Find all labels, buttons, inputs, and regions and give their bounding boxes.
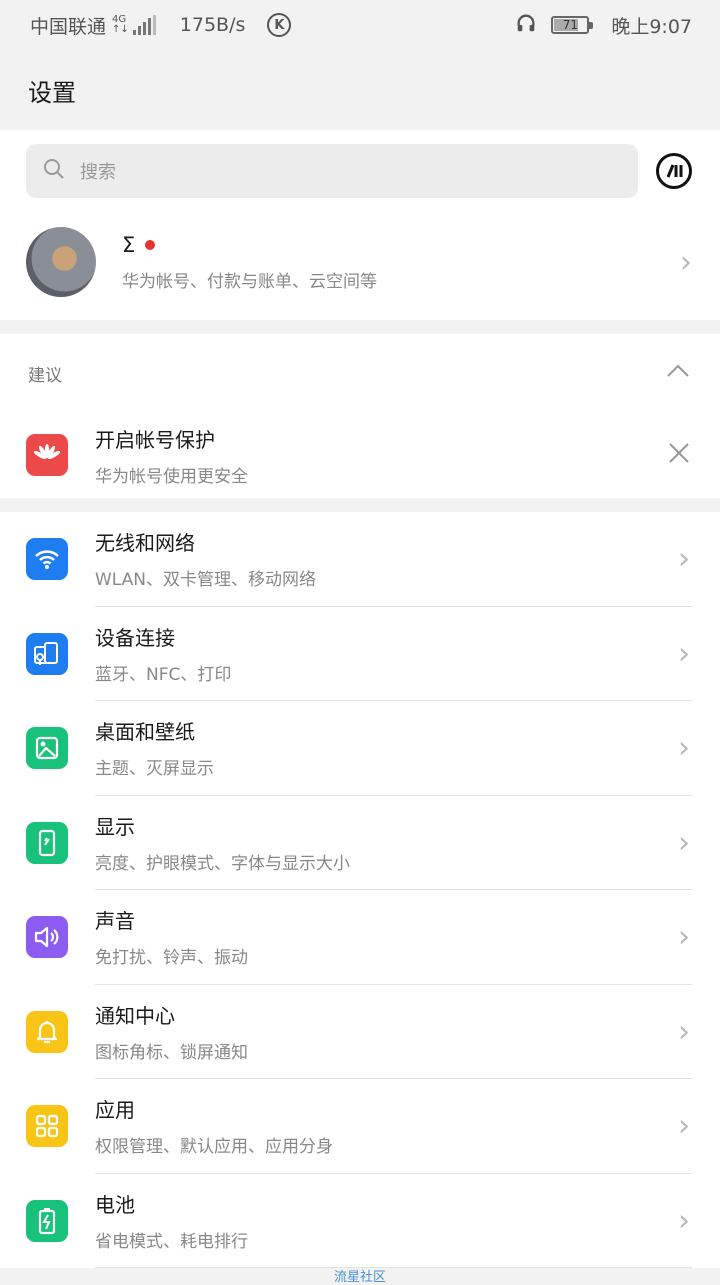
chevron-right-icon: › [678, 1014, 690, 1050]
settings-list: 无线和网络 WLAN、双卡管理、移动网络 › 设备连接蓝牙、NFC、打印 › 桌面… [0, 512, 720, 1268]
apps-icon [26, 1105, 68, 1148]
device-connect-icon [26, 632, 68, 675]
suggest-subtitle: 华为帐号使用更安全 [95, 466, 248, 487]
sound-icon [26, 916, 68, 959]
chevron-right-icon: › [678, 636, 690, 672]
chevron-right-icon: › [678, 541, 690, 577]
account-subtitle: 华为帐号、付款与账单、云空间等 [122, 271, 377, 292]
menu-subtitle: 亮度、护眼模式、字体与显示大小 [95, 853, 350, 874]
menu-subtitle: 省电模式、耗电排行 [95, 1231, 248, 1252]
chevron-right-icon: › [678, 825, 690, 861]
chevron-right-icon: › [680, 244, 692, 280]
net-speed: 175B/s [179, 14, 246, 36]
avatar [26, 227, 96, 297]
menu-item-device-connect[interactable]: 设备连接蓝牙、NFC、打印 › [0, 607, 720, 701]
account-entry[interactable]: Σ 华为帐号、付款与账单、云空间等 › [0, 212, 720, 320]
menu-item-wallpaper[interactable]: 桌面和壁纸主题、灭屏显示 › [0, 701, 720, 796]
menu-item-apps[interactable]: 应用权限管理、默认应用、应用分身 › [0, 1079, 720, 1174]
bell-icon [26, 1010, 68, 1053]
menu-title: 声音 [95, 909, 135, 934]
page-title: 设置 [28, 78, 76, 107]
chevron-right-icon: › [678, 1108, 690, 1144]
battery-indicator: 71 [551, 16, 594, 34]
menu-subtitle: 蓝牙、NFC、打印 [95, 664, 232, 685]
menu-title: 无线和网络 [95, 531, 195, 556]
display-icon [26, 821, 68, 864]
suggest-section-label: 建议 [28, 365, 62, 386]
menu-subtitle: 免打扰、铃声、振动 [95, 948, 248, 969]
menu-title: 通知中心 [95, 1003, 175, 1028]
suggest-title: 开启帐号保护 [95, 427, 215, 452]
menu-title: 应用 [95, 1098, 135, 1123]
suggest-account-protection[interactable]: 开启帐号保护 华为帐号使用更安全 [0, 412, 720, 498]
network-type: 4G ↑↓ [112, 14, 129, 35]
menu-item-battery[interactable]: 电池省电模式、耗电排行 › [0, 1174, 720, 1268]
menu-subtitle: WLAN、双卡管理、移动网络 [95, 570, 317, 591]
menu-subtitle: 权限管理、默认应用、应用分身 [95, 1137, 333, 1158]
assistant-logo-icon[interactable] [656, 153, 692, 189]
menu-title: 设备连接 [95, 625, 175, 650]
search-icon [42, 157, 66, 186]
huawei-logo-icon [26, 434, 68, 476]
menu-title: 显示 [95, 814, 135, 839]
menu-item-display[interactable]: 显示亮度、护眼模式、字体与显示大小 › [0, 796, 720, 890]
watermark-text: 流星社区 [334, 1270, 387, 1285]
account-name: Σ [122, 232, 136, 257]
carrier-label: 中国联通 [30, 15, 107, 38]
headphone-icon [515, 12, 537, 39]
wallpaper-icon [26, 727, 68, 770]
menu-item-notification[interactable]: 通知中心图标角标、锁屏通知 › [0, 985, 720, 1079]
signal-icon [132, 15, 156, 35]
menu-subtitle: 主题、灭屏显示 [95, 759, 214, 780]
clock: 晚上9:07 [611, 15, 692, 38]
status-bar: 中国联通 4G ↑↓ 175B/s K 71 晚上9:07 [0, 0, 720, 50]
battery-icon [26, 1199, 68, 1242]
chevron-right-icon: › [678, 730, 690, 766]
menu-title: 电池 [95, 1192, 135, 1217]
search-placeholder: 搜索 [80, 162, 116, 183]
notification-dot [145, 239, 156, 250]
search-input[interactable]: 搜索 [26, 144, 638, 198]
menu-item-sound[interactable]: 声音免打扰、铃声、振动 › [0, 890, 720, 985]
menu-item-wireless[interactable]: 无线和网络 WLAN、双卡管理、移动网络 › [0, 512, 720, 607]
chevron-right-icon: › [678, 1203, 690, 1239]
close-icon[interactable] [668, 442, 690, 468]
k-app-icon: K [267, 13, 292, 37]
collapse-icon[interactable] [666, 363, 690, 383]
wifi-icon [26, 538, 68, 581]
menu-subtitle: 图标角标、锁屏通知 [95, 1042, 248, 1063]
chevron-right-icon: › [678, 919, 690, 955]
menu-title: 桌面和壁纸 [95, 720, 195, 745]
